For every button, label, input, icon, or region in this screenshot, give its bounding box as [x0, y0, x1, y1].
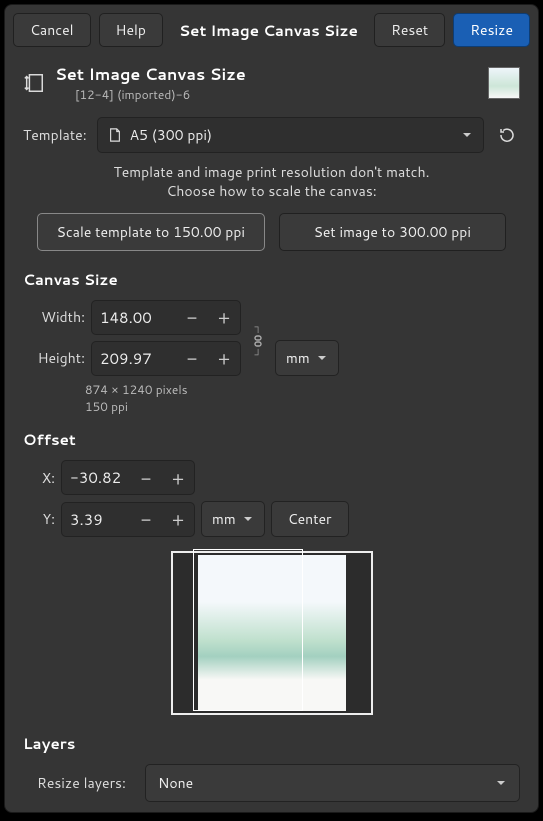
height-increment[interactable]: + — [208, 342, 240, 374]
resize-layers-label: Resize layers: — [37, 773, 133, 793]
template-value: A5 (300 ppi) — [130, 125, 461, 145]
scale-template-button[interactable]: Scale template to 150.00 ppi — [37, 213, 265, 251]
dialog-content: Set Image Canvas Size [12-4] (imported)-… — [5, 55, 538, 812]
template-label: Template: — [23, 125, 87, 145]
set-image-ppi-button[interactable]: Set image to 300.00 ppi — [279, 213, 507, 251]
offset-x-spinner: − + — [61, 460, 195, 495]
header-subtitle: [12-4] (imported)-6 — [75, 86, 478, 103]
cancel-button[interactable]: Cancel — [13, 13, 91, 47]
preview-image — [198, 555, 346, 711]
offset-unit-select[interactable]: mm — [201, 501, 265, 537]
warning-line1: Template and image print resolution don'… — [23, 163, 520, 182]
offset-x-label: X: — [33, 468, 55, 488]
dialog-title: Set Image Canvas Size — [171, 20, 366, 41]
offset-y-spinner: − + — [61, 502, 195, 537]
chain-link-icon — [253, 335, 263, 347]
resize-layers-select[interactable]: None — [145, 764, 520, 802]
height-row: Height: − + — [23, 341, 241, 376]
chevron-down-icon — [461, 129, 473, 141]
resize-button[interactable]: Resize — [453, 13, 530, 47]
offset-x-input[interactable] — [62, 461, 130, 494]
width-spinner: − + — [91, 300, 241, 335]
offset-unit-text: mm — [212, 509, 236, 529]
width-increment[interactable]: + — [208, 301, 240, 333]
canvas-info: 874 × 1240 pixels 150 ppi — [23, 382, 520, 416]
header-text: Set Image Canvas Size [12-4] (imported)-… — [55, 63, 478, 103]
template-select[interactable]: A5 (300 ppi) — [97, 117, 484, 153]
offset-y-input[interactable] — [62, 503, 130, 536]
preview-box[interactable] — [171, 551, 373, 715]
chain-top-icon: ┐ — [254, 322, 261, 332]
offset-x-decrement[interactable]: − — [130, 462, 162, 494]
height-label: Height: — [33, 348, 85, 368]
image-thumbnail — [488, 67, 520, 99]
resize-layers-value: None — [158, 773, 495, 793]
chevron-down-icon — [316, 352, 328, 364]
titlebar: Cancel Help Set Image Canvas Size Reset … — [5, 5, 538, 55]
width-decrement[interactable]: − — [176, 301, 208, 333]
offset-title: Offset — [23, 429, 520, 450]
height-spinner: − + — [91, 341, 241, 376]
offset-y-label: Y: — [33, 509, 55, 529]
header-title: Set Image Canvas Size — [55, 63, 478, 86]
height-input[interactable] — [92, 342, 176, 375]
width-label: Width: — [33, 307, 85, 327]
offset-x-row: X: − + — [23, 460, 520, 495]
reset-button[interactable]: Reset — [374, 13, 445, 47]
canvas-size-title: Canvas Size — [23, 269, 520, 290]
resolution-warning: Template and image print resolution don'… — [23, 163, 520, 201]
layers-title: Layers — [23, 733, 520, 754]
height-decrement[interactable]: − — [176, 342, 208, 374]
canvas-pixels: 874 × 1240 pixels — [85, 382, 520, 399]
offset-y-row: Y: − + mm Center — [23, 501, 520, 537]
help-button[interactable]: Help — [99, 13, 163, 47]
preview-wrap — [23, 551, 520, 715]
canvas-unit-text: mm — [286, 348, 310, 368]
canvas-resize-icon — [23, 72, 45, 94]
offset-x-increment[interactable]: + — [162, 462, 194, 494]
header-row: Set Image Canvas Size [12-4] (imported)-… — [23, 63, 520, 103]
canvas-ppi: 150 ppi — [85, 399, 520, 416]
chevron-down-icon — [495, 777, 507, 789]
dialog-window: Cancel Help Set Image Canvas Size Reset … — [4, 4, 539, 813]
document-icon — [108, 128, 122, 142]
width-row: Width: − + — [23, 300, 241, 335]
width-input[interactable] — [92, 301, 176, 334]
offset-y-decrement[interactable]: − — [130, 503, 162, 535]
reset-template-button[interactable] — [494, 122, 520, 148]
scale-choice-row: Scale template to 150.00 ppi Set image t… — [23, 213, 520, 251]
center-button[interactable]: Center — [271, 501, 349, 537]
reset-icon — [498, 126, 516, 144]
aspect-chain[interactable]: ┐ ┘ — [249, 322, 267, 360]
canvas-unit-select[interactable]: mm — [275, 340, 339, 376]
chevron-down-icon — [242, 513, 254, 525]
offset-y-increment[interactable]: + — [162, 503, 194, 535]
template-row: Template: A5 (300 ppi) — [23, 117, 520, 153]
resize-layers-row: Resize layers: None — [23, 764, 520, 802]
chain-bottom-icon: ┘ — [254, 350, 261, 360]
warning-line2: Choose how to scale the canvas: — [23, 182, 520, 201]
